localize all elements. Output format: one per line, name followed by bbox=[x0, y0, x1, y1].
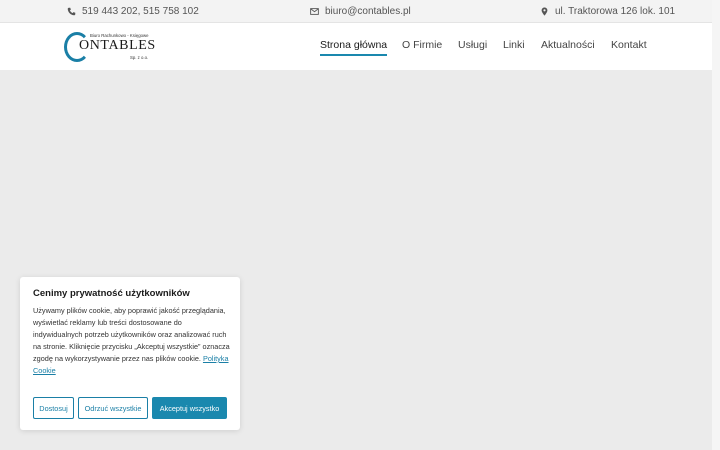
contact-bar: 519 443 202, 515 758 102 biuro@contables… bbox=[0, 0, 712, 23]
nav-item-news[interactable]: Aktualności bbox=[541, 39, 595, 51]
map-pin-icon bbox=[539, 7, 549, 17]
customize-button[interactable]: Dostosuj bbox=[33, 397, 74, 419]
phone-icon bbox=[66, 7, 76, 17]
contact-address-text: ul. Traktorowa 126 lok. 101 bbox=[555, 6, 676, 17]
contact-address[interactable]: ul. Traktorowa 126 lok. 101 bbox=[539, 0, 675, 23]
contact-phone[interactable]: 519 443 202, 515 758 102 bbox=[66, 0, 199, 23]
accept-all-button[interactable]: Akceptuj wszystko bbox=[152, 397, 227, 419]
cookie-body: Używamy plików cookie, aby poprawić jako… bbox=[33, 305, 231, 377]
contact-phone-text: 519 443 202, 515 758 102 bbox=[82, 6, 199, 17]
nav-item-links[interactable]: Linki bbox=[503, 39, 525, 51]
page-scrollbar[interactable] bbox=[712, 0, 720, 450]
cookie-title: Cenimy prywatność użytkowników bbox=[33, 288, 190, 299]
contact-email[interactable]: biuro@contables.pl bbox=[309, 0, 411, 23]
mail-icon bbox=[309, 7, 319, 17]
cookie-consent-banner: Cenimy prywatność użytkowników Używamy p… bbox=[20, 277, 240, 430]
nav-item-about[interactable]: O Firmie bbox=[402, 39, 442, 51]
logo-suffix: Sp. z o.o. bbox=[130, 55, 149, 60]
nav-item-contact[interactable]: Kontakt bbox=[611, 39, 647, 51]
nav-item-home[interactable]: Strona główna bbox=[320, 39, 388, 56]
site-logo[interactable]: Biuro Rachunkowo - Księgowe ONTABLES Sp.… bbox=[64, 30, 156, 64]
logo-wordmark: ONTABLES bbox=[79, 38, 156, 53]
site-header: Biuro Rachunkowo - Księgowe ONTABLES Sp.… bbox=[0, 23, 712, 70]
contact-email-text: biuro@contables.pl bbox=[325, 6, 411, 17]
cookie-body-text: Używamy plików cookie, aby poprawić jako… bbox=[33, 306, 230, 363]
nav-item-services[interactable]: Usługi bbox=[458, 39, 487, 51]
reject-all-button[interactable]: Odrzuć wszystkie bbox=[78, 397, 148, 419]
